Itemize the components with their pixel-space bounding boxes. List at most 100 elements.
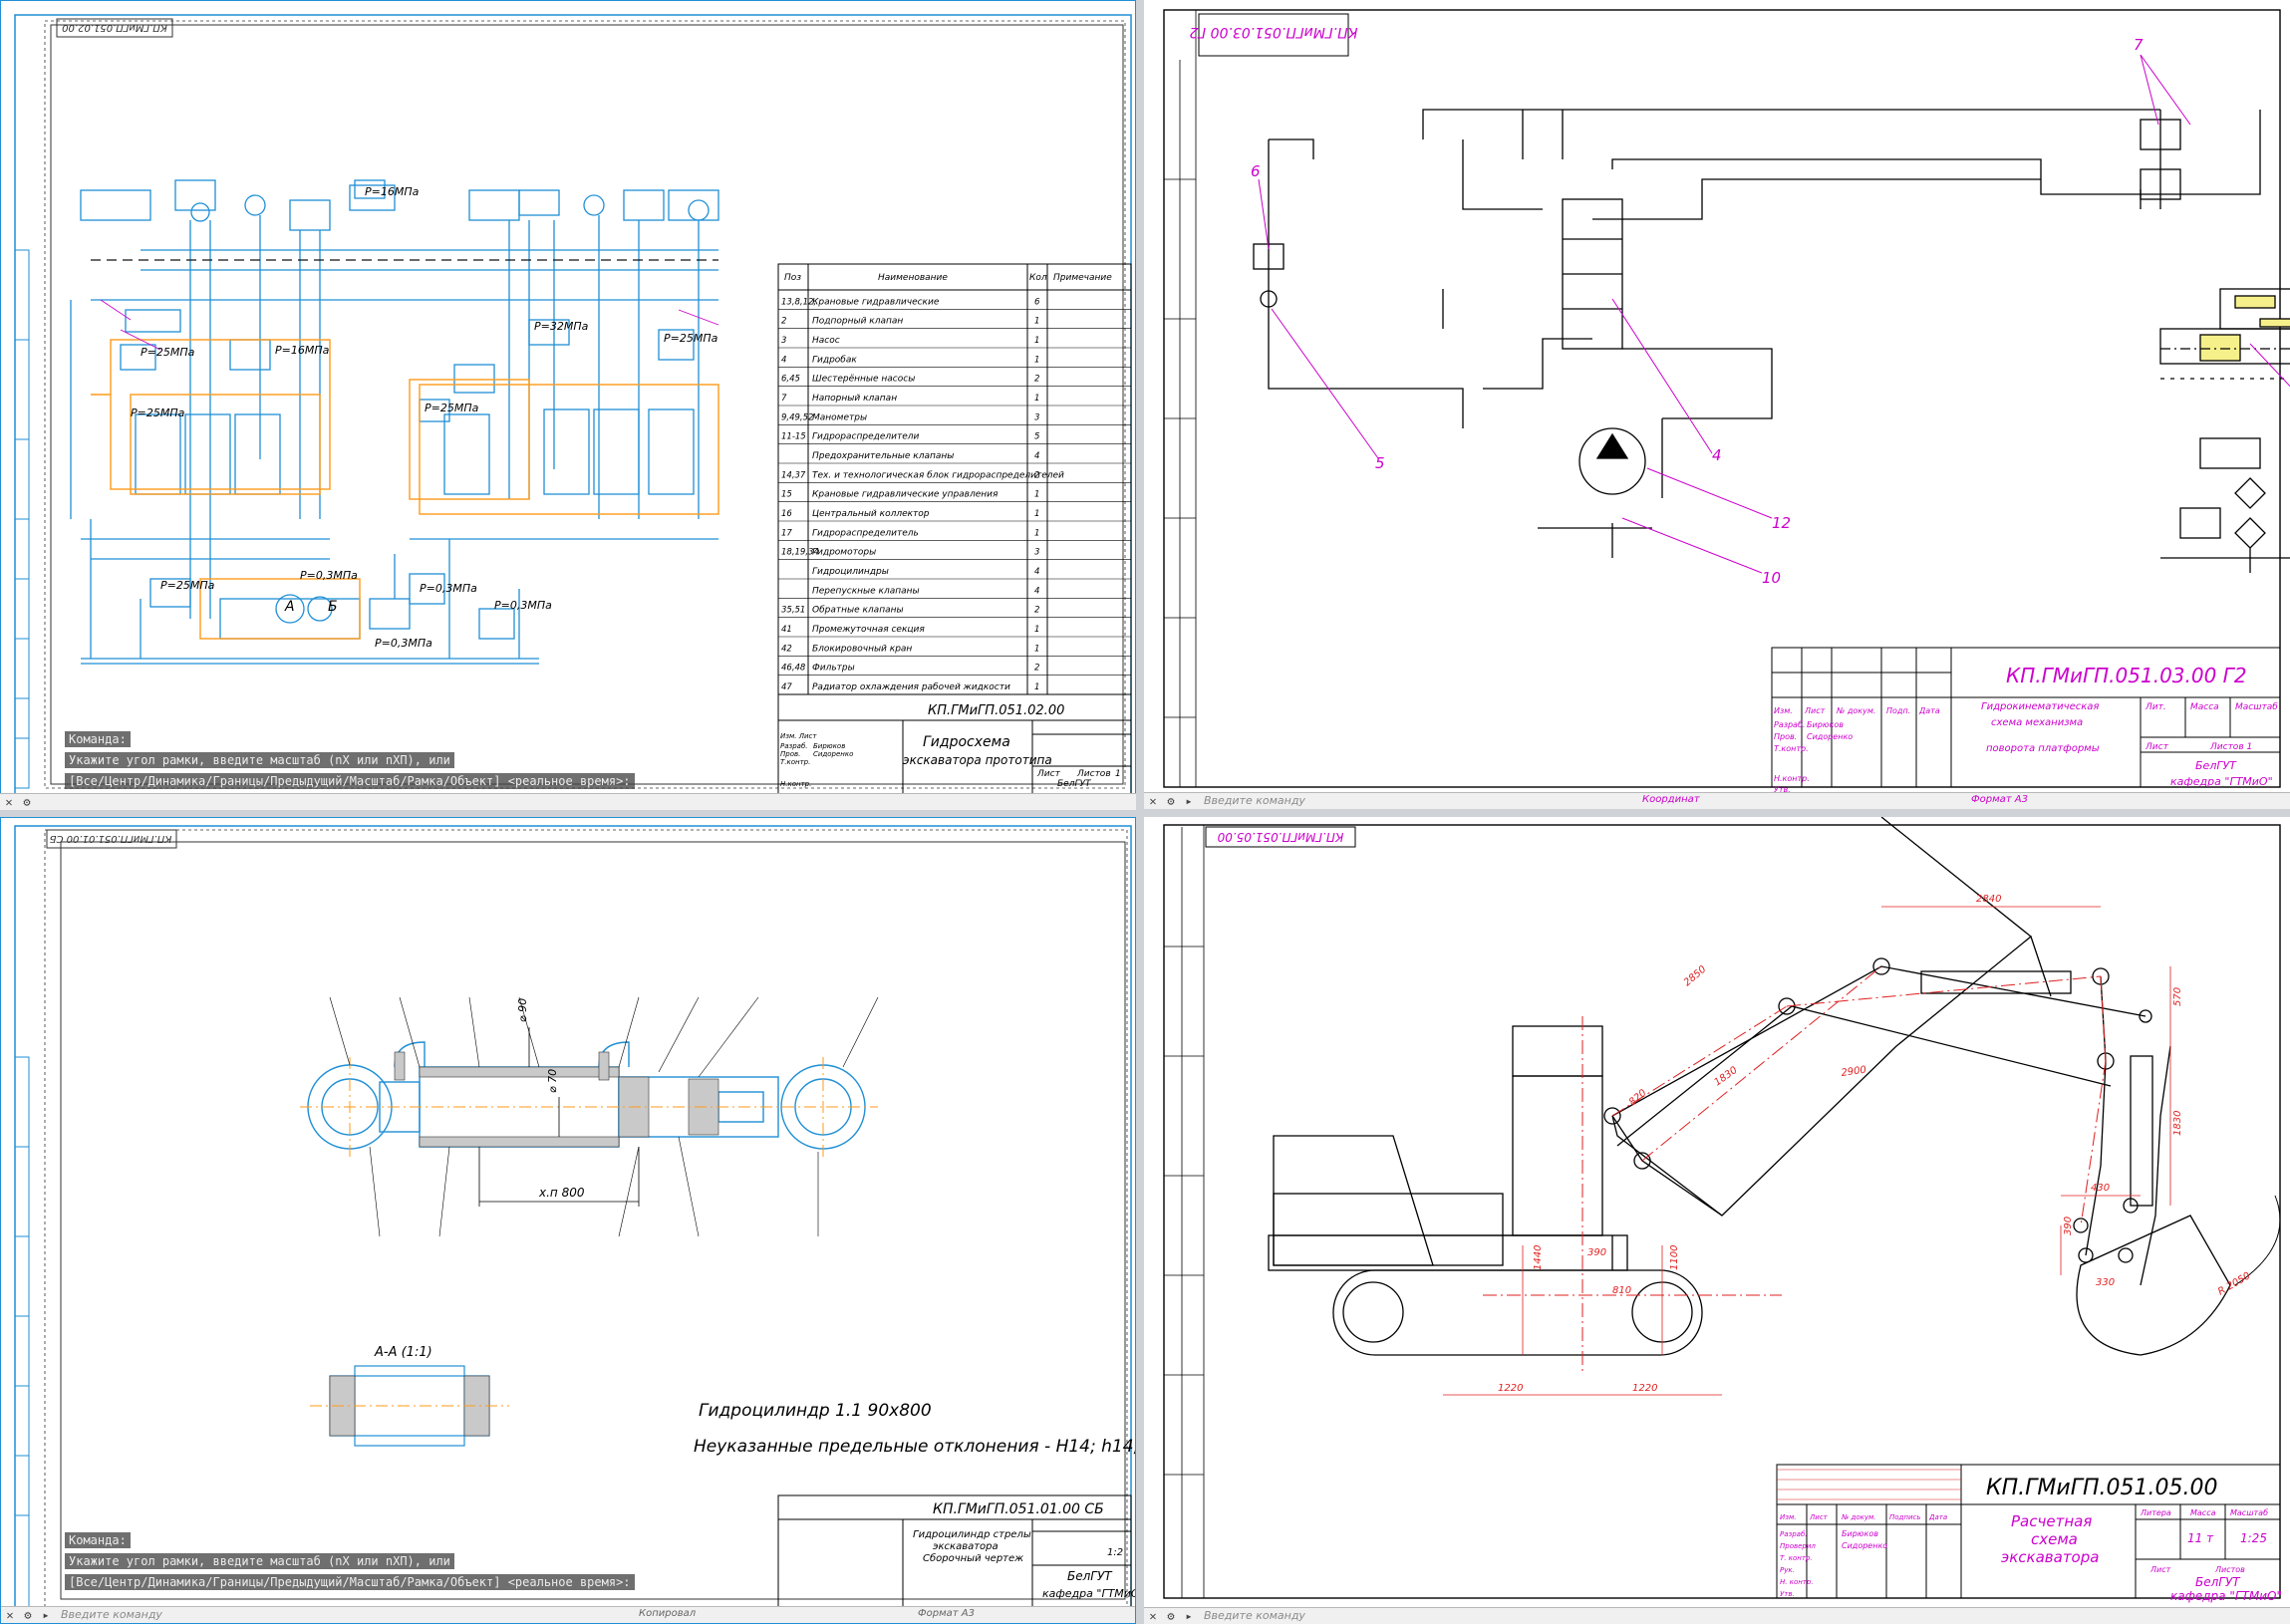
command-input[interactable]: Введите команду xyxy=(61,1608,162,1621)
mass-label: Масса xyxy=(2190,702,2219,712)
spec-name: Промежуточная секция xyxy=(812,625,925,635)
dept-label: кафедра "ГТМиО" xyxy=(1042,1587,1136,1600)
wrench-icon[interactable]: ⚙ xyxy=(1164,794,1178,808)
spec-qty: 2 xyxy=(1034,606,1039,616)
viewport-kinematic-scheme[interactable]: КП.ГМиГП.051.03.00 Г2 7 6 5 4 12 10 КП.Г… xyxy=(1144,0,2290,809)
command-history-label: Команда: xyxy=(65,731,131,747)
dimension-label: ⌀ 90 xyxy=(516,998,529,1022)
dept-label: кафедра "ГТМиО" xyxy=(2170,775,2273,788)
spec-pos: 7 xyxy=(781,394,787,404)
role-label: Рук. xyxy=(1780,1566,1795,1574)
callout-number: 7 xyxy=(2134,36,2144,54)
spec-name: Предохранительные клапаны xyxy=(812,451,954,461)
pressure-label: P=25МПа xyxy=(664,332,718,345)
spec-name: Подпорный клапан xyxy=(812,317,903,327)
command-history-line2: [Все/Центр/Динамика/Границы/Предыдущий/М… xyxy=(65,1574,635,1590)
port-label: А xyxy=(284,599,295,615)
caption-line: Неуказанные предельные отклонения - H14;… xyxy=(694,1437,1136,1457)
title-name: экскаватора прототипа xyxy=(903,753,1052,767)
spec-pos: 6,45 xyxy=(781,375,800,385)
spec-name: Перепускные клапаны xyxy=(812,586,920,596)
command-history-line2: [Все/Центр/Динамика/Границы/Предыдущий/М… xyxy=(65,773,635,789)
viewport-hydraulic-scheme[interactable]: КП.ГМиГП.051.02.00 P=16МПа P=25МПа P=16М… xyxy=(0,0,1136,809)
command-input[interactable]: Введите команду xyxy=(1204,794,1305,807)
spec-qty: 1 xyxy=(1034,509,1039,519)
format-label: Формат A3 xyxy=(918,1608,975,1619)
stamp-code: КП.ГМиГП.051.03.00 Г2 xyxy=(1189,24,1357,40)
command-line-bar[interactable]: ✕ ⚙ xyxy=(0,793,1136,810)
role-label: Изм. xyxy=(1780,1513,1796,1521)
org-label: БелГУТ xyxy=(2195,1575,2241,1589)
copy-label: Копировал xyxy=(639,1608,697,1619)
port-label: Б xyxy=(328,599,338,615)
close-icon[interactable]: ✕ xyxy=(3,1608,17,1622)
role-label: Т. контр. xyxy=(1780,1554,1813,1562)
spec-pos: 35,51 xyxy=(781,606,805,616)
spec-qty: 1 xyxy=(1034,355,1039,365)
role-label: Разраб. xyxy=(1780,1530,1808,1538)
drawing-excavator-scheme: КП.ГМиГП.051.05.00 2840 2850 1830 2900 5… xyxy=(1163,817,2282,1603)
wrench-icon[interactable]: ⚙ xyxy=(20,795,34,809)
person-name: Сидоренко xyxy=(813,750,853,758)
person-name: Бирюков xyxy=(1807,720,1844,729)
viewport-separator-horizontal[interactable] xyxy=(0,809,2290,817)
wrench-icon[interactable]: ⚙ xyxy=(21,1608,35,1622)
spec-pos: 17 xyxy=(781,528,792,538)
spec-pos: 9,49,52 xyxy=(781,412,813,422)
callout-number: 12 xyxy=(1772,514,1791,532)
close-icon[interactable]: ✕ xyxy=(1146,794,1160,808)
spec-pos: 2 xyxy=(781,317,786,327)
terminal-icon[interactable]: ▸ xyxy=(39,1608,53,1622)
snap-label: Координат xyxy=(1642,794,1700,805)
pressure-label: P=25МПа xyxy=(131,406,185,419)
terminal-icon[interactable]: ▸ xyxy=(1182,794,1196,808)
spec-qty: 1 xyxy=(1034,528,1039,538)
command-line-bar[interactable]: ✕ ⚙ ▸ Введите команду Координат Формат A… xyxy=(1144,792,2290,809)
callout-number: 10 xyxy=(1762,569,1781,587)
dimension-label: 1830 xyxy=(2172,1111,2183,1136)
command-line-bar[interactable]: ✕ ⚙ ▸ Введите команду Копировал Формат A… xyxy=(1,1606,1135,1623)
section-label: А-А (1:1) xyxy=(374,1345,432,1360)
spec-name: Манометры xyxy=(812,412,867,422)
spec-pos: 16 xyxy=(781,509,792,519)
dimension-label: 810 xyxy=(1612,1285,1631,1296)
lists-label: Листов xyxy=(1076,769,1111,779)
spec-qty: 2 xyxy=(1034,470,1039,480)
command-line-bar[interactable]: ✕ ⚙ ▸ Введите команду xyxy=(1144,1607,2290,1624)
close-icon[interactable]: ✕ xyxy=(2,795,16,809)
role-label: Лист xyxy=(1809,1513,1829,1521)
viewport-excavator-scheme[interactable]: КП.ГМиГП.051.05.00 2840 2850 1830 2900 5… xyxy=(1144,817,2290,1624)
mass-label: Масса xyxy=(2190,1508,2216,1517)
spec-qty: 4 xyxy=(1034,451,1039,461)
title-name: Гидрокинематическая xyxy=(1981,701,2099,712)
stamp-code: КП.ГМиГП.051.01.00 СБ xyxy=(50,833,172,844)
close-icon[interactable]: ✕ xyxy=(1146,1609,1160,1623)
drawing-kinematic-scheme: КП.ГМиГП.051.03.00 Г2 7 6 5 4 12 10 КП.Г… xyxy=(1163,9,2290,794)
role-label: Изм. xyxy=(1774,706,1793,715)
list-label: Лист xyxy=(2149,1565,2171,1574)
lit-label: Лит. xyxy=(2145,702,2166,712)
title-name: схема xyxy=(2031,1530,2078,1548)
spec-name: Гидрораспределители xyxy=(812,432,920,442)
spec-qty: 1 xyxy=(1034,317,1039,327)
mass-value: 11 т xyxy=(2187,1531,2214,1545)
dimension-label: 2840 xyxy=(1976,894,2001,905)
spec-pos: 14,37 xyxy=(781,470,806,480)
spec-qty: 1 xyxy=(1034,644,1039,654)
spec-pos: 42 xyxy=(781,644,792,654)
spec-name: Шестерённые насосы xyxy=(812,375,915,385)
spec-name: Гидромоторы xyxy=(812,548,876,558)
person-name: Бирюков xyxy=(813,742,845,750)
spec-name: Гидрораспределитель xyxy=(812,528,919,538)
pressure-label: P=16МПа xyxy=(365,185,420,198)
wrench-icon[interactable]: ⚙ xyxy=(1164,1609,1178,1623)
terminal-icon[interactable]: ▸ xyxy=(1182,1609,1196,1623)
command-input[interactable]: Введите команду xyxy=(1204,1609,1305,1622)
spec-name: Насос xyxy=(812,336,840,346)
list-label: Лист xyxy=(2145,742,2169,752)
title-code: КП.ГМиГП.051.01.00 СБ xyxy=(933,1501,1104,1517)
person-name: Бирюков xyxy=(1842,1529,1878,1538)
viewport-hydraulic-cylinder[interactable]: КП.ГМиГП.051.01.00 СБ ⌀ 90 ⌀ 70 х.п 800 … xyxy=(0,817,1136,1624)
role-label: Пров. xyxy=(780,750,800,758)
role-label: Изм. Лист xyxy=(780,732,817,740)
